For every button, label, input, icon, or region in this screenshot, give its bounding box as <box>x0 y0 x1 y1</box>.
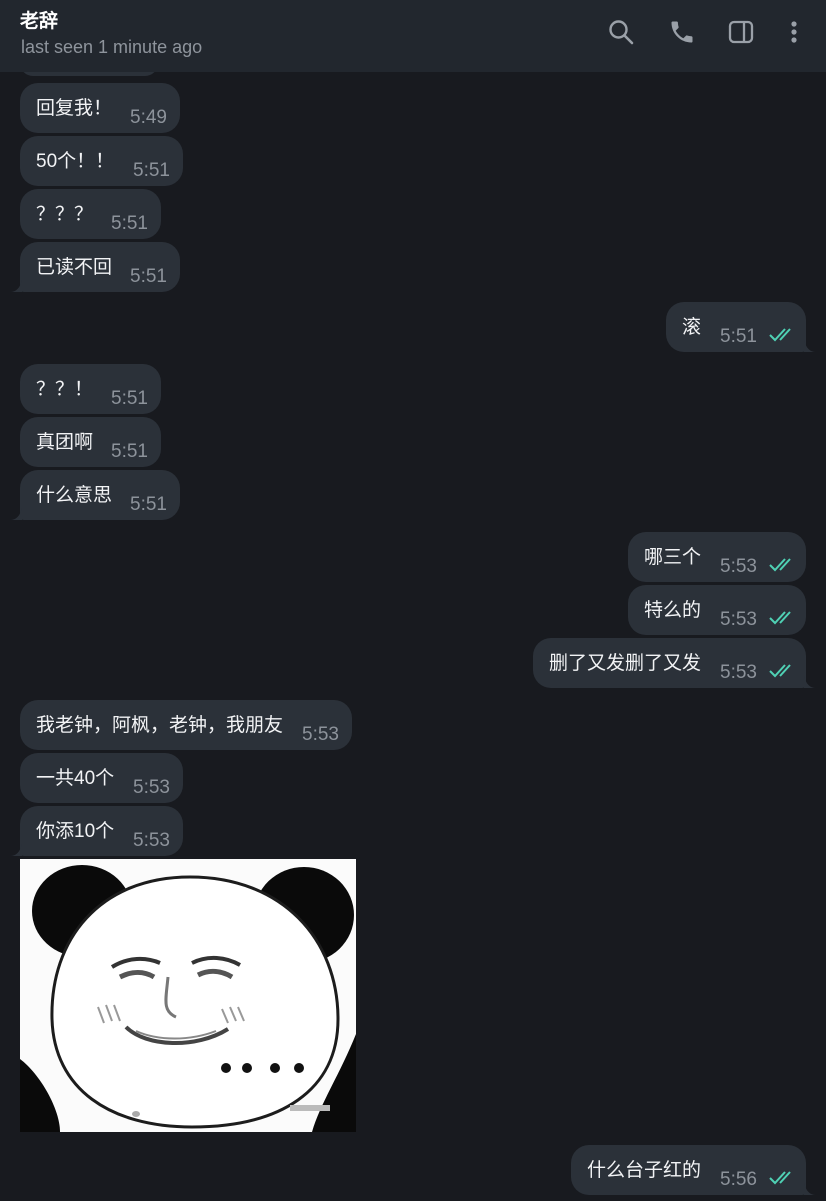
message-time: 5:51 <box>111 441 148 462</box>
bubble-tail <box>10 508 22 520</box>
bubble-tail <box>10 844 22 856</box>
incoming-message[interactable]: 回复我！ 5:49 <box>20 83 180 133</box>
bubble-tail <box>804 340 816 352</box>
message-text: 50个！！ <box>36 151 115 172</box>
message-list[interactable]: 回复我！ 5:49 50个！！ 5:51 ？？？ 5:51 已读不回 5:51 … <box>0 72 826 1201</box>
message-time: 5:51 <box>130 494 167 515</box>
message-time: 5:56 <box>720 1169 757 1190</box>
chat-title[interactable]: 老辞 <box>20 6 58 33</box>
read-check-icon <box>769 558 791 572</box>
incoming-message[interactable]: 我老钟，阿枫，老钟，我朋友 5:53 <box>20 700 352 750</box>
message-text: 什么意思 <box>36 485 113 506</box>
outgoing-message[interactable]: 哪三个 5:53 <box>628 532 806 582</box>
more-vertical-icon[interactable] <box>776 14 812 50</box>
message-text: 你添10个 <box>36 821 115 842</box>
read-check-icon <box>769 1171 791 1185</box>
incoming-message[interactable]: 真团啊 5:51 <box>20 417 161 467</box>
side-panel-icon[interactable] <box>723 14 759 50</box>
message-text: 删了又发删了又发 <box>549 653 702 674</box>
search-icon[interactable] <box>603 14 639 50</box>
incoming-message[interactable]: 什么意思 5:51 <box>10 470 180 520</box>
message-text: 什么台子红的 <box>587 1160 702 1181</box>
read-check-icon <box>769 328 791 342</box>
message-time: 5:49 <box>130 107 167 128</box>
outgoing-message[interactable]: 滚 5:51 <box>666 302 816 352</box>
message-time: 5:53 <box>720 662 757 683</box>
message-time: 5:51 <box>133 160 170 181</box>
incoming-message[interactable]: ？？！ 5:51 <box>20 364 161 414</box>
partial-message-bubble <box>20 72 158 76</box>
message-text: 哪三个 <box>644 547 702 568</box>
message-text: 回复我！ <box>36 98 113 119</box>
panda-meme-image <box>20 859 356 1132</box>
phone-icon[interactable] <box>664 14 700 50</box>
message-text: 我老钟，阿枫，老钟，我朋友 <box>36 715 284 736</box>
message-text: 特么的 <box>644 600 702 621</box>
panda-meme-sticker[interactable] <box>20 859 356 1132</box>
bubble-tail <box>10 280 22 292</box>
message-time: 5:53 <box>133 830 170 851</box>
message-time: 5:53 <box>720 609 757 630</box>
message-time: 5:53 <box>720 556 757 577</box>
outgoing-message[interactable]: 特么的 5:53 <box>628 585 806 635</box>
incoming-message[interactable]: 已读不回 5:51 <box>10 242 180 292</box>
bubble-tail <box>804 676 816 688</box>
read-check-icon <box>769 664 791 678</box>
message-text: ？？？ <box>36 204 94 225</box>
message-time: 5:51 <box>130 266 167 287</box>
message-text: 已读不回 <box>36 257 113 278</box>
incoming-message[interactable]: 一共40个 5:53 <box>20 753 183 803</box>
incoming-message[interactable]: 50个！！ 5:51 <box>20 136 183 186</box>
message-time: 5:53 <box>302 724 339 745</box>
incoming-message[interactable]: 你添10个 5:53 <box>10 806 183 856</box>
bubble-tail <box>804 1183 816 1195</box>
chat-header: 老辞 last seen 1 minute ago <box>0 0 826 72</box>
outgoing-message[interactable]: 删了又发删了又发 5:53 <box>533 638 816 688</box>
message-time: 5:53 <box>133 777 170 798</box>
message-time: 5:51 <box>720 326 757 347</box>
message-text: ？？！ <box>36 379 94 400</box>
outgoing-message[interactable]: 什么台子红的 5:56 <box>571 1145 816 1195</box>
message-time: 5:51 <box>111 213 148 234</box>
message-time: 5:51 <box>111 388 148 409</box>
message-text: 真团啊 <box>36 432 94 453</box>
last-seen-status: last seen 1 minute ago <box>21 37 203 57</box>
incoming-message[interactable]: ？？？ 5:51 <box>20 189 161 239</box>
message-text: 一共40个 <box>36 768 115 789</box>
message-text: 滚 <box>682 317 702 338</box>
read-check-icon <box>769 611 791 625</box>
